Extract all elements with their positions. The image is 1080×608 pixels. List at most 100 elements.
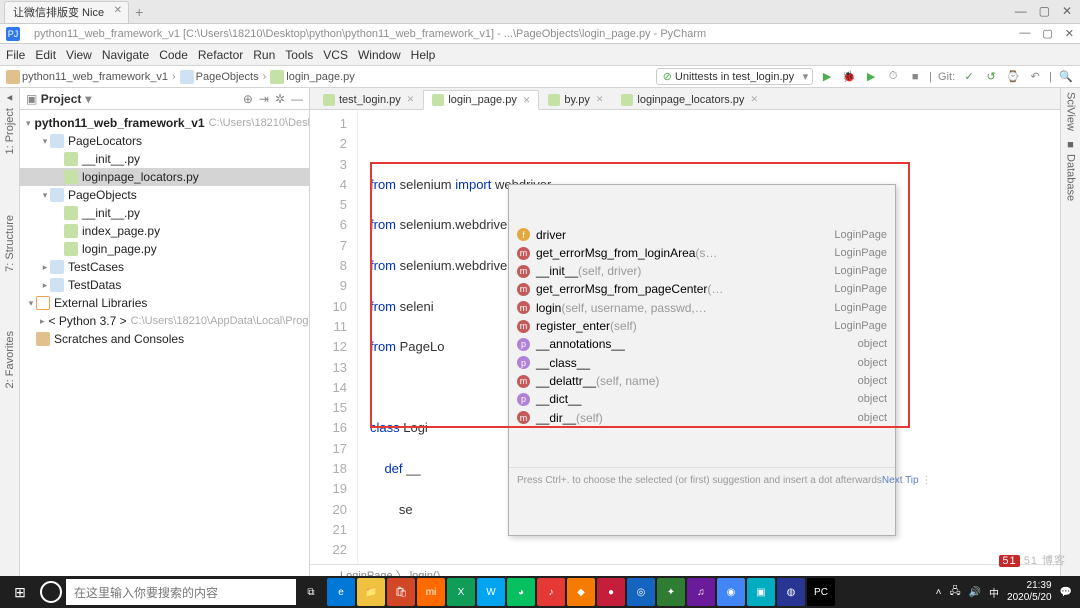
completion-item[interactable]: fdriverLoginPage: [509, 226, 895, 244]
run-icon[interactable]: ▶: [819, 69, 835, 85]
run-coverage-icon[interactable]: ▶: [863, 69, 879, 85]
tree-file-login-page[interactable]: login_page.py: [20, 240, 309, 258]
scroll-from-source-icon[interactable]: ⊕: [243, 92, 253, 106]
menu-run[interactable]: Run: [253, 48, 275, 62]
profile-icon[interactable]: ⏱: [885, 69, 901, 85]
taskbar-app-generic[interactable]: ✦: [657, 578, 685, 606]
add-tab-button[interactable]: +: [135, 4, 143, 20]
completion-item[interactable]: p__class__object: [509, 354, 895, 372]
taskbar-app-store[interactable]: 🛍: [387, 578, 415, 606]
vcs-commit-icon[interactable]: ↺: [983, 69, 999, 85]
tree-folder-pageobjects[interactable]: ▾PageObjects: [20, 186, 309, 204]
file-tab[interactable]: test_login.py✕: [314, 89, 423, 109]
breadcrumb-root[interactable]: python11_web_framework_v1: [22, 71, 168, 83]
close-window-icon[interactable]: ✕: [1062, 4, 1072, 18]
vcs-update-icon[interactable]: ✓: [961, 69, 977, 85]
collapse-all-icon[interactable]: ⇥: [259, 92, 269, 106]
taskbar-search[interactable]: 在这里输入你要搜索的内容: [66, 579, 296, 605]
breadcrumb-file[interactable]: login_page.py: [286, 71, 355, 83]
browser-tab[interactable]: 让微信排版变 Nice ✕: [4, 1, 129, 23]
taskbar-app-generic[interactable]: ●: [597, 578, 625, 606]
maximize-icon[interactable]: ▢: [1039, 4, 1050, 18]
taskbar-app-generic[interactable]: ◆: [567, 578, 595, 606]
stop-icon[interactable]: ■: [907, 69, 923, 85]
close-icon[interactable]: ✕: [750, 94, 758, 105]
close-icon[interactable]: ✕: [523, 95, 531, 106]
ide-minimize-icon[interactable]: —: [1019, 27, 1030, 40]
structure-tool-button[interactable]: 7: Structure: [4, 215, 16, 272]
taskbar-app-generic[interactable]: ♫: [687, 578, 715, 606]
menu-file[interactable]: File: [6, 48, 25, 62]
hide-panel-icon[interactable]: —: [291, 92, 303, 106]
menu-edit[interactable]: Edit: [35, 48, 56, 62]
completion-item[interactable]: mget_errorMsg_from_loginArea(s…LoginPage: [509, 244, 895, 262]
code-completion-popup[interactable]: fdriverLoginPagemget_errorMsg_from_login…: [508, 184, 896, 536]
tray-up-icon[interactable]: ˄: [936, 587, 942, 598]
tree-external-libraries[interactable]: ▾External Libraries: [20, 294, 309, 312]
completion-item[interactable]: p__annotations__object: [509, 335, 895, 353]
favorites-tool-button[interactable]: 2: Favorites: [4, 331, 16, 388]
completion-item[interactable]: m__init__(self, driver)LoginPage: [509, 262, 895, 280]
taskbar-app-explorer[interactable]: 📁: [357, 578, 385, 606]
next-tip-link[interactable]: Next Tip: [882, 475, 919, 486]
taskbar-app-edge[interactable]: e: [327, 578, 355, 606]
file-tab-active[interactable]: login_page.py✕: [423, 90, 539, 110]
taskbar-app-wechat[interactable]: ◕: [507, 578, 535, 606]
taskbar-app-generic[interactable]: ▣: [747, 578, 775, 606]
ide-maximize-icon[interactable]: ▢: [1042, 27, 1052, 40]
taskbar-app-generic[interactable]: ◎: [627, 578, 655, 606]
taskbar-app-pycharm[interactable]: PC: [807, 578, 835, 606]
vcs-history-icon[interactable]: ⌚: [1005, 69, 1021, 85]
tree-folder-testcases[interactable]: ▸TestCases: [20, 258, 309, 276]
close-icon[interactable]: ✕: [407, 94, 415, 105]
ide-close-icon[interactable]: ✕: [1065, 27, 1074, 40]
menu-view[interactable]: View: [66, 48, 92, 62]
file-tab[interactable]: loginpage_locators.py✕: [612, 89, 767, 109]
tree-file-init[interactable]: __init__.py: [20, 150, 309, 168]
completion-item[interactable]: m__dir__(self)object: [509, 409, 895, 427]
database-tool-button[interactable]: ■ Database: [1065, 139, 1077, 201]
tree-scratches[interactable]: Scratches and Consoles: [20, 330, 309, 348]
code-editor[interactable]: 1234567891011121314151617181920212223 fr…: [310, 110, 1060, 564]
tree-python-interpreter[interactable]: ▸< Python 3.7 >C:\Users\18210\AppData\Lo…: [20, 312, 309, 330]
tree-file-init[interactable]: __init__.py: [20, 204, 309, 222]
breadcrumb-folder[interactable]: PageObjects: [196, 71, 259, 83]
taskbar-app-generic[interactable]: ◍: [777, 578, 805, 606]
cortana-icon[interactable]: [40, 581, 62, 603]
menu-help[interactable]: Help: [411, 48, 436, 62]
code-content[interactable]: from selenium import webdriver from sele…: [358, 110, 1060, 564]
project-tool-button[interactable]: 1: Project ▸: [3, 92, 16, 155]
project-tree[interactable]: ▾python11_web_framework_v1C:\Users\18210…: [20, 110, 309, 584]
menu-window[interactable]: Window: [358, 48, 401, 62]
vcs-rollback-icon[interactable]: ↶: [1027, 69, 1043, 85]
gear-icon[interactable]: ✲: [275, 92, 285, 106]
menu-refactor[interactable]: Refactor: [198, 48, 243, 62]
start-button[interactable]: ⊞: [4, 576, 36, 608]
run-configuration-selector[interactable]: ⊘ Unittests in test_login.py: [656, 68, 814, 85]
taskbar-app-excel[interactable]: X: [447, 578, 475, 606]
minimize-icon[interactable]: —: [1015, 4, 1027, 18]
completion-item[interactable]: mregister_enter(self)LoginPage: [509, 317, 895, 335]
taskbar-clock[interactable]: 21:39 2020/5/20: [1007, 580, 1052, 604]
taskbar-app-netease[interactable]: ♪: [537, 578, 565, 606]
menu-tools[interactable]: Tools: [285, 48, 313, 62]
menu-code[interactable]: Code: [159, 48, 188, 62]
completion-item[interactable]: mget_errorMsg_from_pageCenter(…LoginPage: [509, 280, 895, 298]
completion-item[interactable]: m__delattr__(self, name)object: [509, 372, 895, 390]
debug-icon[interactable]: 🐞: [841, 69, 857, 85]
completion-item[interactable]: p__dict__object: [509, 390, 895, 408]
tree-folder-pagelocators[interactable]: ▾PageLocators: [20, 132, 309, 150]
search-icon[interactable]: 🔍: [1058, 69, 1074, 85]
tray-ime-icon[interactable]: 中: [989, 585, 999, 600]
tray-volume-icon[interactable]: 🔊: [969, 587, 981, 598]
task-view-icon[interactable]: ⧉: [297, 578, 325, 606]
tree-folder-testdatas[interactable]: ▸TestDatas: [20, 276, 309, 294]
close-icon[interactable]: ✕: [114, 5, 122, 16]
taskbar-app-word[interactable]: W: [477, 578, 505, 606]
close-icon[interactable]: ✕: [596, 94, 604, 105]
file-tab[interactable]: by.py✕: [539, 89, 612, 109]
menu-vcs[interactable]: VCS: [323, 48, 348, 62]
sciview-tool-button[interactable]: SciView: [1065, 92, 1077, 131]
project-view-selector[interactable]: ▣ Project: [26, 92, 91, 106]
tray-network-icon[interactable]: 🖧: [949, 584, 960, 601]
